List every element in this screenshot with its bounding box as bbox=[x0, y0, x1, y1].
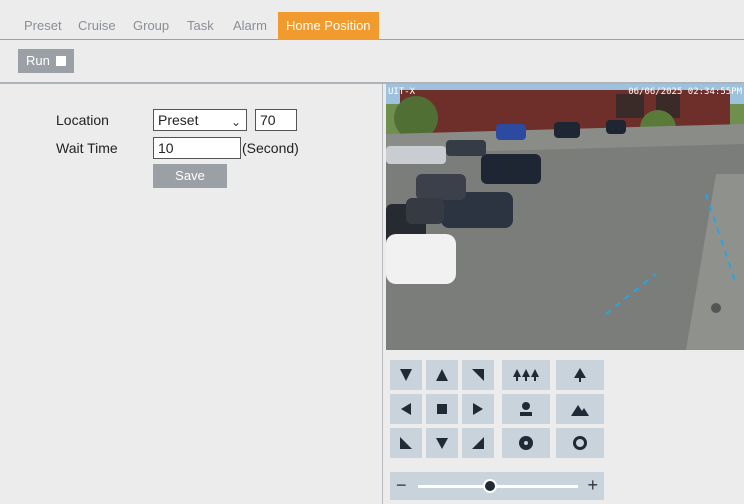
arrow-left-icon bbox=[401, 403, 411, 415]
ptz-up-left-button[interactable] bbox=[390, 360, 422, 390]
mountain-icon bbox=[571, 405, 589, 416]
arrow-down-left-icon bbox=[400, 437, 412, 449]
zoom-minus-button[interactable]: − bbox=[396, 475, 407, 495]
zoom-out-button[interactable] bbox=[502, 360, 550, 390]
zoom-slider-handle[interactable] bbox=[483, 479, 497, 493]
arrow-down-right-icon bbox=[472, 437, 484, 449]
wait-time-unit: (Second) bbox=[242, 140, 299, 156]
ptz-down-right-button[interactable] bbox=[462, 428, 494, 458]
osd-channel: UIT-X bbox=[388, 87, 416, 97]
location-select-value: Preset bbox=[158, 112, 199, 128]
save-button[interactable]: Save bbox=[153, 164, 227, 188]
tree-icon bbox=[574, 368, 586, 382]
tab-preset[interactable]: Preset bbox=[24, 12, 62, 40]
trees-icon bbox=[513, 369, 539, 381]
live-video-view[interactable]: UIT-X 06/06/2025 02:34:55PM bbox=[386, 84, 744, 350]
stop-icon bbox=[437, 404, 447, 414]
aperture-open-icon bbox=[573, 436, 587, 450]
osd-timestamp: 06/06/2025 02:34:55PM bbox=[628, 87, 742, 97]
arrow-down-icon bbox=[436, 438, 448, 449]
iris-close-button[interactable] bbox=[502, 428, 550, 458]
tab-home-position[interactable]: Home Position bbox=[278, 12, 379, 40]
ptz-left-button[interactable] bbox=[390, 394, 422, 424]
ptz-right-button[interactable] bbox=[462, 394, 494, 424]
run-toggle-button[interactable]: Run bbox=[18, 49, 74, 73]
chevron-down-icon: ⌄ bbox=[230, 115, 241, 129]
location-number-input[interactable]: 70 bbox=[255, 109, 297, 131]
focus-far-button[interactable] bbox=[556, 394, 604, 424]
ptz-up-right-button[interactable] bbox=[462, 360, 494, 390]
tab-bar: Preset Cruise Group Task Alarm Home Posi… bbox=[0, 12, 744, 40]
focus-near-button[interactable] bbox=[502, 394, 550, 424]
ptz-down-button[interactable] bbox=[426, 428, 458, 458]
arrow-up-right-icon bbox=[472, 369, 484, 381]
panel-divider bbox=[382, 84, 383, 504]
zoom-slider[interactable]: − + bbox=[390, 472, 604, 500]
ptz-stop-button[interactable] bbox=[426, 394, 458, 424]
tab-group[interactable]: Group bbox=[133, 12, 169, 40]
tab-alarm[interactable]: Alarm bbox=[233, 12, 267, 40]
arrow-up-icon bbox=[436, 369, 448, 381]
aperture-closed-icon bbox=[519, 436, 533, 450]
iris-open-button[interactable] bbox=[556, 428, 604, 458]
run-label: Run bbox=[26, 53, 50, 68]
person-icon bbox=[520, 402, 532, 416]
run-bar: Run bbox=[0, 40, 744, 80]
arrow-up-left-icon bbox=[400, 369, 412, 381]
ptz-up-button[interactable] bbox=[426, 360, 458, 390]
camera-scene-image bbox=[386, 84, 744, 350]
tab-task[interactable]: Task bbox=[187, 12, 214, 40]
wait-time-input[interactable]: 10 bbox=[153, 137, 241, 159]
wait-time-label: Wait Time bbox=[56, 140, 118, 156]
arrow-right-icon bbox=[473, 403, 483, 415]
run-checkbox[interactable] bbox=[55, 56, 66, 66]
zoom-track[interactable] bbox=[418, 485, 578, 488]
ptz-down-left-button[interactable] bbox=[390, 428, 422, 458]
tab-cruise[interactable]: Cruise bbox=[78, 12, 116, 40]
location-label: Location bbox=[56, 112, 109, 128]
location-select[interactable]: Preset ⌄ bbox=[153, 109, 247, 131]
zoom-in-button[interactable] bbox=[556, 360, 604, 390]
zoom-plus-button[interactable]: + bbox=[587, 475, 598, 495]
